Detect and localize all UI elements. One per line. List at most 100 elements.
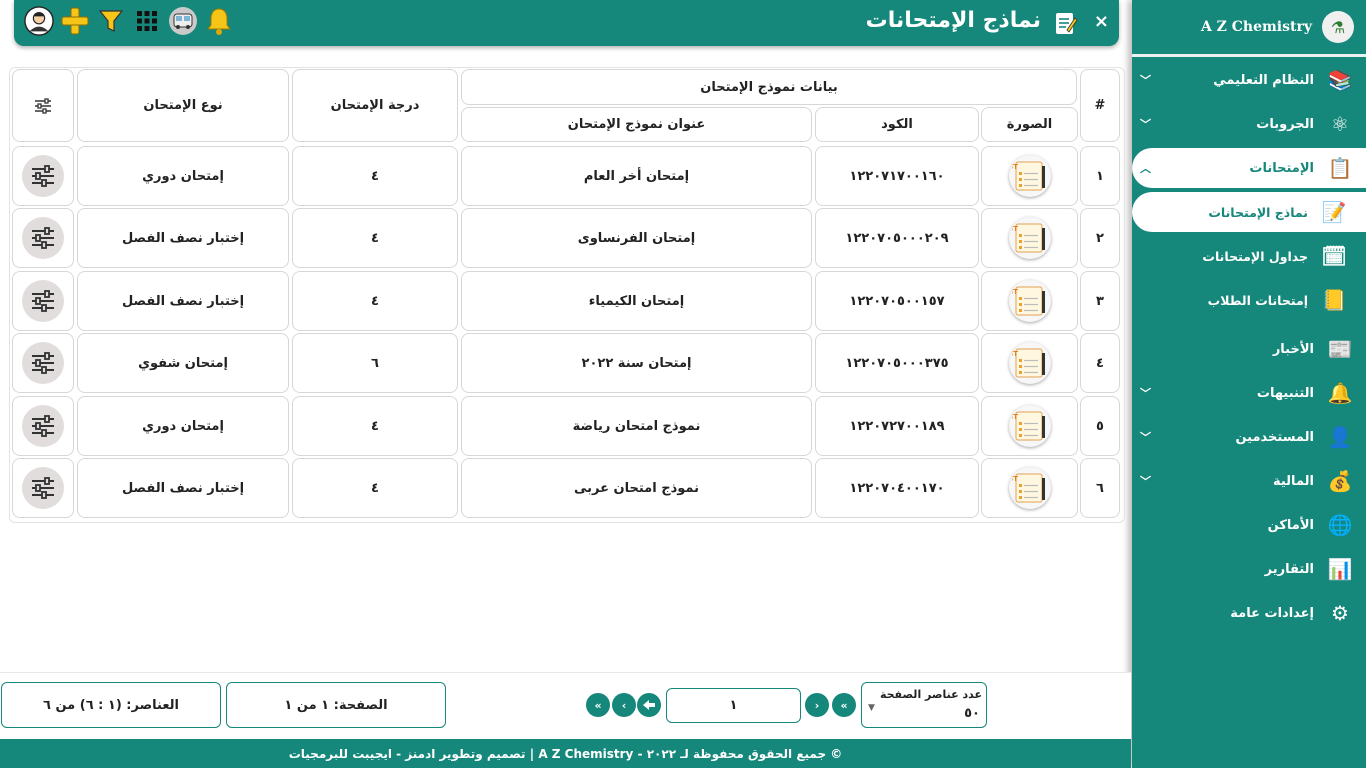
sidebar-item-notifications[interactable]: 🔔 التنبيهات ﹀ <box>1132 373 1366 413</box>
row-actions <box>12 271 74 331</box>
row-type: إختبار نصف الفصل <box>77 208 289 268</box>
page-size-value: ٥٠ <box>964 706 980 721</box>
row-grade: ٤ <box>292 208 458 268</box>
sidebar-item-reports[interactable]: 📊 التقارير <box>1132 549 1366 589</box>
column-settings-icon <box>35 97 51 114</box>
row-index: ٥ <box>1080 396 1120 456</box>
chevron-down-icon[interactable]: ﹀ <box>1140 72 1151 88</box>
sidebar-item-education-system[interactable]: 📚 النظام التعليمي ﹀ <box>1132 60 1366 100</box>
arrow-left-icon <box>643 700 655 710</box>
column-header-grade: درجة الإمتحان <box>292 69 458 142</box>
row-settings-button[interactable] <box>22 405 64 447</box>
page-info: الصفحة: ١ من ١ <box>226 682 446 728</box>
row-actions <box>12 458 74 518</box>
row-type: إمتحان دوري <box>77 146 289 206</box>
column-header-code: الكود <box>815 107 979 142</box>
exam-form-icon <box>1053 10 1079 36</box>
first-page-button[interactable]: « <box>832 693 856 717</box>
sidebar-item-label: الأخبار <box>1272 341 1314 357</box>
reports-icon: 📊 <box>1327 557 1353 581</box>
row-image: TEST <box>981 458 1078 518</box>
chevron-down-icon[interactable]: ﹀ <box>1140 473 1151 489</box>
chevron-down-icon[interactable]: ﹀ <box>1140 116 1151 132</box>
column-header-title: عنوان نموذج الإمتحان <box>461 107 812 142</box>
sidebar-item-finance[interactable]: 💰 المالية ﹀ <box>1132 461 1366 501</box>
row-title: نموذج امتحان عربى <box>461 458 812 518</box>
row-code: ١٢٢٠٧٠٥٠٠٠٣٧٥ <box>815 333 979 393</box>
row-image: TEST <box>981 208 1078 268</box>
row-settings-button[interactable] <box>22 342 64 384</box>
row-code: ١٢٢٠٧٢٧٠٠١٨٩ <box>815 396 979 456</box>
sidebar: ⚗ A Z Chemistry 📚 النظام التعليمي ﹀ ⚛ الجروب… <box>1132 0 1366 768</box>
row-type: إمتحان شفوي <box>77 333 289 393</box>
test-thumbnail-icon: TEST <box>1008 155 1051 197</box>
header-toolbar <box>24 6 234 36</box>
sidebar-item-settings[interactable]: ⚙ إعدادات عامة <box>1132 593 1366 633</box>
page-title: نماذج الإمتحانات <box>865 8 1041 33</box>
page-size-select[interactable]: عدد عناصر الصفحة ٥٠ ▼ <box>861 682 987 728</box>
next-page-button[interactable]: ‹ <box>612 693 636 717</box>
brand-title: A Z Chemistry <box>1200 19 1312 35</box>
svg-text:TEST: TEST <box>1012 163 1018 171</box>
finance-icon: 💰 <box>1327 469 1353 493</box>
sliders-icon <box>32 352 54 374</box>
sidebar-item-news[interactable]: 📰 الأخبار <box>1132 329 1366 369</box>
sidebar-item-groups[interactable]: ⚛ الجروبات ﹀ <box>1132 104 1366 144</box>
row-index: ٢ <box>1080 208 1120 268</box>
chevron-down-icon[interactable]: ﹀ <box>1140 429 1151 445</box>
column-header-image: الصورة <box>981 107 1078 142</box>
row-image: TEST <box>981 271 1078 331</box>
brand: ⚗ A Z Chemistry <box>1132 0 1366 57</box>
filter-icon[interactable] <box>96 6 126 36</box>
close-icon[interactable]: × <box>1094 11 1109 32</box>
test-thumbnail-icon: TEST <box>1008 217 1051 259</box>
row-settings-button[interactable] <box>22 467 64 509</box>
page-size-label: عدد عناصر الصفحة <box>879 688 982 701</box>
sidebar-item-exam-schedules[interactable]: 🗓 جداول الإمتحانات <box>1132 236 1366 276</box>
sidebar-item-users[interactable]: 👤 المستخدمين ﹀ <box>1132 417 1366 457</box>
sidebar-item-label: الجروبات <box>1256 116 1314 132</box>
sidebar-item-student-exams[interactable]: 📒 إمتحانات الطلاب <box>1132 280 1366 320</box>
chevron-up-icon[interactable]: ︿ <box>1140 160 1151 176</box>
row-actions <box>12 208 74 268</box>
last-page-button[interactable]: « <box>586 693 610 717</box>
test-thumbnail-icon: TEST <box>1008 467 1051 509</box>
sidebar-item-places[interactable]: 🌐 الأماكن <box>1132 505 1366 545</box>
chevron-down-icon[interactable]: ﹀ <box>1140 385 1151 401</box>
page-number-input[interactable]: ١ <box>666 688 801 723</box>
add-icon[interactable] <box>60 6 90 36</box>
row-grade: ٤ <box>292 396 458 456</box>
settings-icon: ⚙ <box>1331 601 1349 625</box>
user-avatar-icon[interactable] <box>24 6 54 36</box>
sliders-icon <box>32 290 54 312</box>
groups-icon: ⚛ <box>1331 112 1349 136</box>
sidebar-item-exam-templates[interactable]: 📝 نماذج الإمتحانات <box>1132 192 1366 232</box>
row-settings-button[interactable] <box>22 280 64 322</box>
row-settings-button[interactable] <box>22 155 64 197</box>
row-grade: ٦ <box>292 333 458 393</box>
row-title: إمتحان سنة ٢٠٢٢ <box>461 333 812 393</box>
row-actions <box>12 396 74 456</box>
grid-icon[interactable] <box>132 6 162 36</box>
row-code: ١٢٢٠٧٠٤٠٠١٧٠ <box>815 458 979 518</box>
sidebar-item-label: الإمتحانات <box>1249 160 1314 176</box>
column-settings-button[interactable] <box>12 69 74 142</box>
bell-icon[interactable] <box>204 6 234 36</box>
exam-schedules-icon: 🗓 <box>1321 244 1347 268</box>
sidebar-item-label: المالية <box>1272 473 1314 489</box>
items-info: العناصر: (١ : ٦) من ٦ <box>1 682 221 728</box>
sidebar-item-exams[interactable]: 📋 الإمتحانات ︿ <box>1132 148 1366 188</box>
test-thumbnail-icon: TEST <box>1008 280 1051 322</box>
go-page-button[interactable] <box>637 693 661 717</box>
exams-icon: 📋 <box>1327 156 1353 180</box>
bus-icon[interactable] <box>168 6 198 36</box>
top-header: × نماذج الإمتحانات <box>14 0 1119 46</box>
row-index: ٦ <box>1080 458 1120 518</box>
sidebar-item-label: التقارير <box>1264 561 1314 577</box>
row-settings-button[interactable] <box>22 217 64 259</box>
previous-page-button[interactable]: › <box>805 693 829 717</box>
sidebar-item-label: نماذج الإمتحانات <box>1208 204 1308 220</box>
row-image: TEST <box>981 146 1078 206</box>
row-title: إمتحان الكيمياء <box>461 271 812 331</box>
sidebar-item-label: المستخدمين <box>1235 429 1314 445</box>
